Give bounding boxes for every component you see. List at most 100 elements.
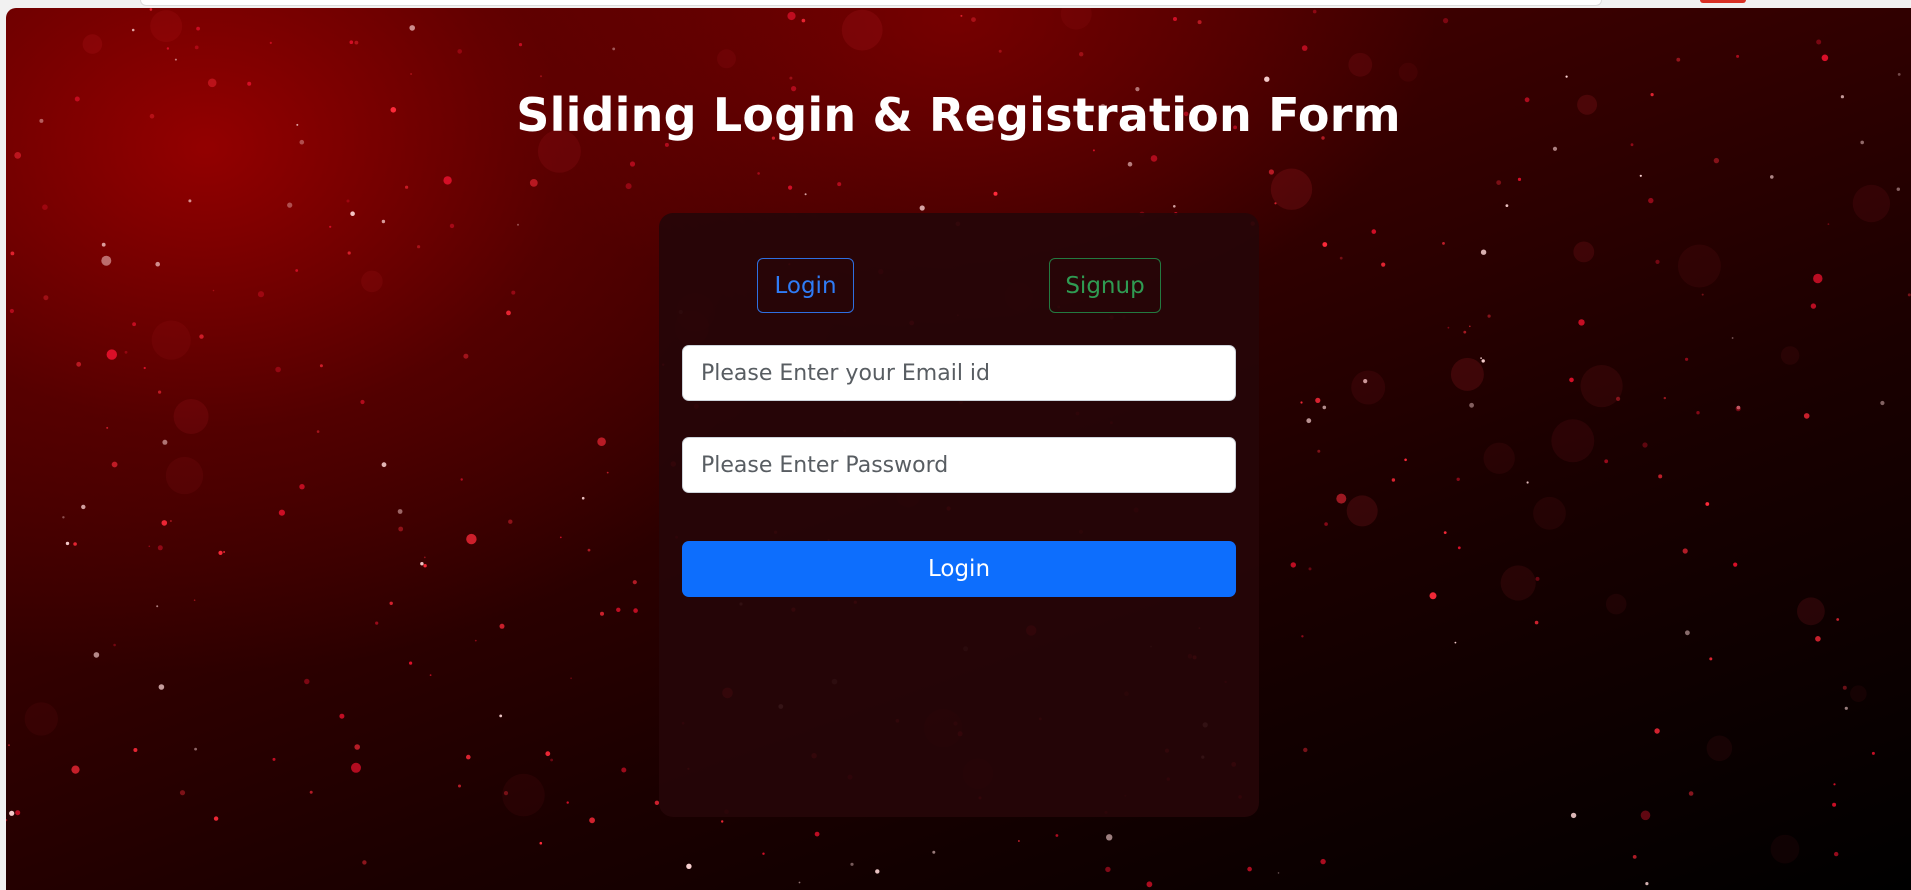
bokeh-dot — [1797, 597, 1825, 626]
sparkle-dot — [295, 269, 299, 272]
sparkle-dot — [1630, 143, 1634, 147]
sparkle-dot — [101, 242, 106, 247]
sparkle-dot — [1696, 411, 1700, 415]
sparkle-dot — [1173, 17, 1177, 21]
sparkle-dot — [1821, 54, 1829, 62]
sparkle-dot — [1517, 177, 1522, 181]
sparkle-dot — [798, 881, 801, 884]
bokeh-dot — [1060, 8, 1092, 30]
tab-signup[interactable]: Signup — [1049, 258, 1161, 313]
sparkle-dot — [499, 623, 505, 629]
sparkle-dot — [155, 261, 160, 267]
sparkle-dot — [106, 426, 109, 429]
sparkle-dot — [156, 605, 159, 608]
sparkle-dot — [199, 334, 204, 339]
sparkle-dot — [1534, 620, 1539, 625]
sparkle-dot — [1150, 155, 1158, 162]
bokeh-dot — [1533, 496, 1566, 530]
sparkle-dot — [93, 652, 100, 658]
sparkle-dot — [788, 185, 793, 190]
bokeh-dot — [717, 49, 736, 69]
sparkle-dot — [518, 43, 523, 47]
sparkle-dot — [409, 661, 413, 665]
sparkle-dot — [223, 551, 226, 553]
sparkle-dot — [1832, 802, 1837, 807]
sparkle-dot — [1197, 20, 1202, 25]
sparkle-dot — [1247, 866, 1252, 872]
sparkle-dot — [6, 818, 8, 822]
sparkle-dot — [194, 45, 199, 50]
bokeh-dot — [841, 9, 883, 51]
sparkle-dot — [466, 754, 471, 760]
sparkle-dot — [196, 26, 201, 31]
sparkle-dot — [801, 18, 806, 23]
sparkle-dot — [1317, 449, 1321, 453]
sparkle-dot — [508, 519, 513, 524]
sparkle-dot — [629, 161, 636, 167]
sparkle-dot — [339, 713, 345, 719]
sparkle-dot — [309, 790, 313, 794]
sparkle-dot — [1442, 242, 1445, 245]
sparkle-dot — [362, 860, 367, 865]
bokeh-dot — [1573, 241, 1595, 263]
sparkle-dot — [463, 353, 469, 359]
sparkle-dot — [1813, 273, 1823, 284]
sparkle-dot — [1301, 45, 1308, 51]
sparkle-dot — [804, 193, 807, 196]
sparkle-dot — [1639, 174, 1642, 177]
sparkle-dot — [566, 801, 569, 804]
sparkle-dot — [9, 810, 15, 816]
sparkle-dot — [287, 202, 293, 208]
sparkle-dot — [1731, 337, 1734, 339]
sparkle-dot — [1505, 204, 1509, 208]
address-bar[interactable] — [140, 0, 1602, 6]
email-field[interactable] — [682, 345, 1236, 401]
sparkle-dot — [1897, 73, 1901, 76]
browser-action-chip[interactable] — [1700, 0, 1746, 3]
sparkle-dot — [1463, 330, 1467, 334]
login-submit-button[interactable]: Login — [682, 541, 1236, 597]
sparkle-dot — [1688, 791, 1694, 796]
sparkle-dot — [1301, 635, 1304, 638]
sparkle-dot — [1173, 205, 1176, 208]
sparkle-dot — [1092, 149, 1095, 152]
sparkle-dot — [429, 674, 432, 676]
sparkle-dot — [1290, 562, 1297, 568]
sparkle-dot — [875, 869, 880, 874]
sparkle-dot — [511, 290, 516, 295]
sparkle-dot — [1654, 728, 1660, 734]
bokeh-dot — [1850, 685, 1867, 702]
sparkle-dot — [213, 816, 219, 821]
sparkle-dot — [1339, 256, 1343, 260]
sparkle-dot — [1481, 359, 1485, 363]
bokeh-dot — [24, 702, 58, 736]
sparkle-dot — [1880, 400, 1885, 406]
browser-top-bar — [0, 0, 1911, 8]
bokeh-dot — [165, 456, 204, 495]
sparkle-dot — [1315, 397, 1321, 403]
sparkle-dot — [1663, 396, 1667, 400]
sparkle-dot — [157, 545, 163, 551]
sparkle-dot — [14, 152, 22, 159]
sparkle-dot — [545, 751, 551, 757]
sparkle-dot — [329, 225, 332, 228]
sparkle-dot — [1105, 866, 1111, 873]
tab-login[interactable]: Login — [757, 258, 854, 313]
sparkle-dot — [1810, 303, 1817, 309]
sparkle-dot — [1127, 161, 1133, 167]
sparkle-dot — [1018, 840, 1020, 842]
sparkle-dot — [417, 245, 421, 249]
sparkle-dot — [1834, 851, 1839, 857]
sparkle-dot — [1658, 474, 1663, 479]
sparkle-dot — [1844, 706, 1848, 710]
sparkle-dot — [1833, 783, 1836, 786]
sparkle-dot — [1454, 641, 1457, 644]
sparkle-dot — [299, 484, 305, 490]
sparkle-dot — [529, 179, 538, 187]
sparkle-dot — [589, 817, 595, 824]
password-field[interactable] — [682, 437, 1236, 493]
sparkle-dot — [304, 678, 310, 685]
sparkle-dot — [218, 550, 223, 556]
sparkle-dot — [1836, 618, 1840, 621]
sparkle-dot — [814, 831, 820, 837]
